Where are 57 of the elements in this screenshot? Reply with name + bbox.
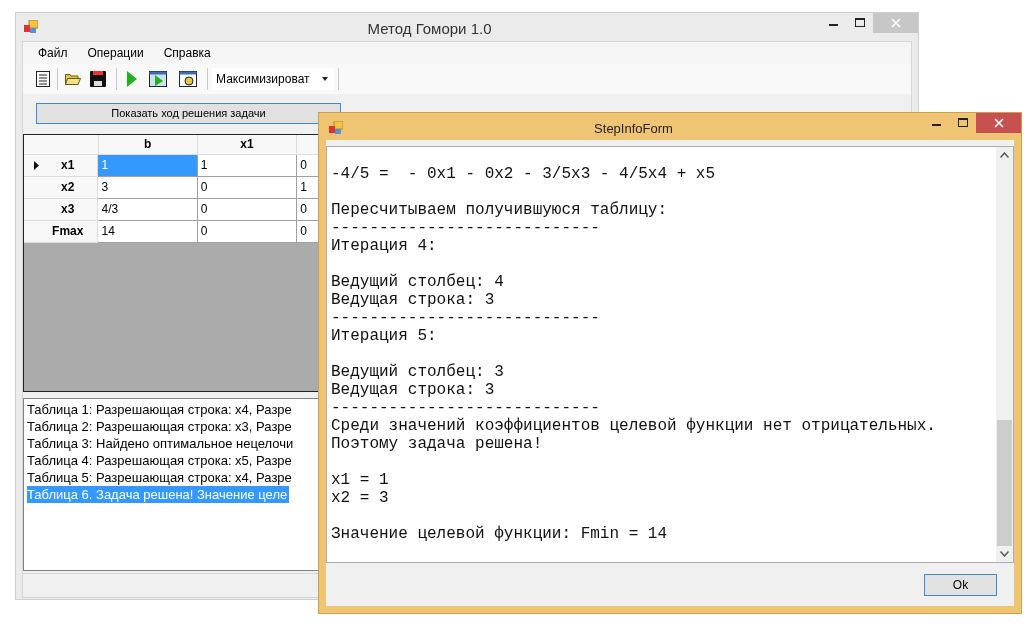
text-line: Итерация 4: [331, 237, 437, 255]
folder-open-icon[interactable] [65, 72, 81, 85]
ok-button[interactable]: Ok [924, 573, 997, 596]
column-header[interactable]: x1 [197, 134, 298, 155]
table-cell[interactable]: 3 [98, 176, 198, 199]
current-row-icon [33, 160, 39, 170]
row-header[interactable]: Fmax [24, 220, 99, 243]
text-line: x2 = 3 [331, 489, 389, 507]
text-line: Ведущий столбец: 4 [331, 273, 504, 291]
log-item[interactable]: Таблица 2: Разрешающая строка: x3, Разре [27, 417, 294, 435]
scrollbar[interactable] [996, 147, 1013, 562]
dialog-title: StepInfoForm [594, 120, 673, 138]
scroll-up-icon[interactable] [1000, 152, 1009, 158]
column-header[interactable]: b [98, 134, 198, 155]
log-item[interactable]: Таблица 3: Найдено оптимальное нецелочи [27, 434, 296, 452]
maximize-icon [854, 18, 866, 28]
text-line: -4/5 = - 0x1 - 0x2 - 3/5x3 - 4/5x4 + x5 [331, 165, 716, 183]
scrollbar-thumb[interactable] [997, 420, 1012, 546]
app-icon [329, 121, 343, 134]
text-line: Значение целевой функции: Fmin = 14 [331, 525, 668, 543]
text-line: Среди значений коэффициентов целевой функции нет отрицательных. [331, 417, 936, 435]
text-line: Итерация 5: [331, 327, 437, 345]
text-line: x1 = 1 [331, 471, 389, 489]
close-icon [993, 118, 1004, 128]
step-icon[interactable] [149, 70, 167, 87]
step-text-area[interactable] [326, 146, 1014, 563]
text-line: ---------------------------- [331, 309, 600, 327]
text-line: Пересчитываем получившуюся таблицу: [331, 201, 668, 219]
show-steps-button[interactable]: Показать ход решения задачи [36, 103, 341, 124]
text-line: Ведущая строка: 3 [331, 291, 495, 309]
close-icon [890, 18, 901, 28]
text-line: ---------------------------- [331, 399, 600, 417]
row-header[interactable]: x1 [24, 154, 99, 177]
run-icon[interactable] [127, 70, 137, 87]
log-item[interactable]: Таблица 4: Разрешающая строка: x5, Разре [27, 451, 294, 469]
text-line: Ведущая строка: 3 [331, 381, 495, 399]
table-cell[interactable]: 14 [98, 220, 198, 243]
menu-item[interactable]: Операции [80, 43, 151, 62]
save-icon[interactable] [90, 70, 106, 87]
maximize-icon [957, 118, 969, 128]
mode-select[interactable]: Максимизироват [212, 67, 334, 90]
log-item[interactable]: Таблица 5: Разрешающая строка: x4, Разре [27, 468, 294, 486]
text-line: Ведущий столбец: 3 [331, 363, 504, 381]
dropdown-caret-icon [322, 76, 328, 81]
row-header[interactable]: x2 [24, 176, 99, 199]
log-item[interactable]: Таблица 1: Разрешающая строка: x4, Разре [27, 400, 294, 418]
window-title: Метод Гомори 1.0 [367, 19, 492, 39]
text-line: ---------------------------- [331, 219, 600, 237]
row-header[interactable]: x3 [24, 198, 99, 221]
report-icon[interactable] [179, 70, 197, 87]
table-cell[interactable]: 4/3 [98, 198, 198, 221]
list-icon[interactable] [36, 70, 50, 87]
app-icon [24, 20, 38, 33]
scroll-down-icon[interactable] [1000, 551, 1009, 557]
text-line: Поэтому задача решена! [331, 435, 543, 453]
menu-item[interactable]: Файл [31, 43, 75, 62]
menu-item[interactable]: Справка [156, 43, 218, 62]
